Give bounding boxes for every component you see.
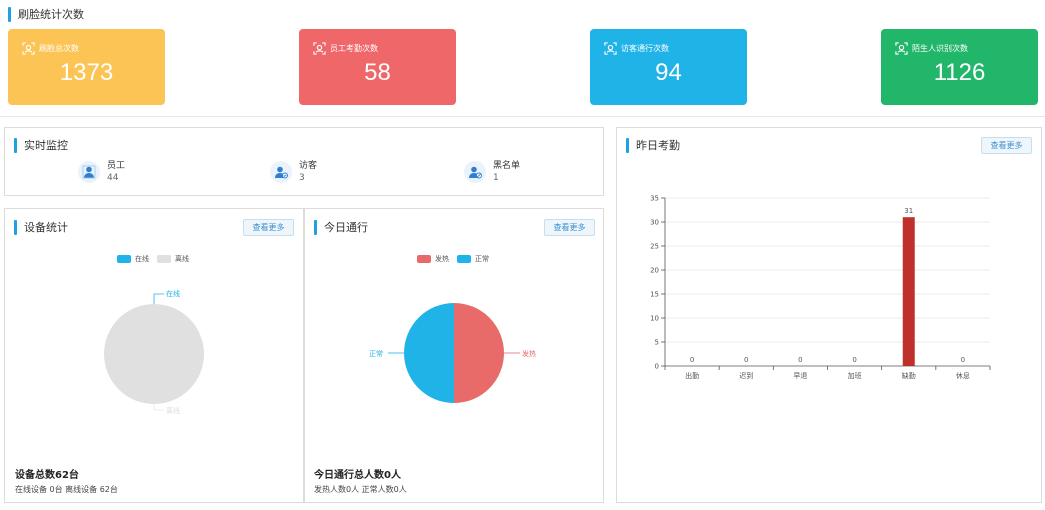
legend-item-fever[interactable]: 发热 <box>417 254 449 264</box>
title-accent-bar <box>314 219 317 235</box>
attendance-more-button[interactable]: 查看更多 <box>981 137 1032 154</box>
x-tick-label: 早退 <box>793 371 807 380</box>
monitor-label: 员工 <box>107 161 126 171</box>
pass-more-button[interactable]: 查看更多 <box>544 219 595 236</box>
monitor-section-title: 实时监控 <box>14 137 68 153</box>
legend-label: 正常 <box>475 255 489 263</box>
face-scan-icon <box>22 42 35 55</box>
device-detail: 在线设备 0台 离线设备 62台 <box>15 485 118 494</box>
stats-section-title: 刷脸统计次数 <box>8 6 84 22</box>
legend-swatch <box>417 255 431 263</box>
y-tick-label: 30 <box>650 219 659 227</box>
x-tick-label: 加班 <box>848 371 862 380</box>
legend-label: 离线 <box>175 255 189 263</box>
legend-swatch <box>457 255 471 263</box>
data-label: 0 <box>690 356 694 364</box>
stat-label: 访客通行次数 <box>621 44 669 53</box>
device-more-button[interactable]: 查看更多 <box>243 219 294 236</box>
monitor-label: 黑名单 <box>493 161 521 171</box>
pie-label-line-offline <box>153 404 164 411</box>
y-tick-label: 5 <box>655 339 659 347</box>
monitor-value: 1 <box>493 173 499 183</box>
y-tick-label: 25 <box>650 243 659 251</box>
employee-icon <box>78 161 100 183</box>
monitor-title: 实时监控 <box>24 139 68 152</box>
pass-legend: 发热 正常 <box>417 254 497 264</box>
stat-card-employee[interactable]: 员工考勤次数 58 <box>299 29 456 105</box>
data-label: 0 <box>798 356 802 364</box>
attendance-title: 昨日考勤 <box>636 139 680 152</box>
y-tick-label: 10 <box>650 315 659 323</box>
pass-detail: 发热人数0人 正常人数0人 <box>314 485 407 494</box>
stat-card-total[interactable]: 刷脸总次数 1373 <box>8 29 165 105</box>
x-tick-label: 迟到 <box>739 372 753 380</box>
pie-label-fever: 发热 <box>522 349 536 358</box>
legend-swatch <box>117 255 131 263</box>
pass-title: 今日通行 <box>324 221 368 234</box>
stat-value: 58 <box>364 59 391 86</box>
monitor-item-employee[interactable]: 员工 44 <box>78 160 125 184</box>
stat-label: 员工考勤次数 <box>330 44 378 53</box>
stats-title: 刷脸统计次数 <box>18 8 84 21</box>
monitor-value: 44 <box>107 173 119 183</box>
monitor-label: 访客 <box>299 161 318 171</box>
device-section-title: 设备统计 <box>14 219 68 235</box>
legend-item-online[interactable]: 在线 <box>117 254 149 264</box>
legend-item-normal[interactable]: 正常 <box>457 254 489 264</box>
pie-slice-offline[interactable] <box>104 304 204 404</box>
stat-value: 1373 <box>59 59 114 86</box>
y-tick-label: 20 <box>650 267 659 275</box>
stat-value: 1126 <box>933 59 986 86</box>
stat-card-stranger[interactable]: 陌生人识别次数 1126 <box>881 29 1038 105</box>
device-title: 设备统计 <box>24 221 68 234</box>
pie-label-online: 在线 <box>166 289 180 298</box>
data-label: 0 <box>852 356 856 364</box>
visitor-icon <box>270 161 292 183</box>
device-total: 设备总数62台 <box>15 470 79 481</box>
data-label: 0 <box>961 356 965 364</box>
bar[interactable] <box>902 217 915 366</box>
y-tick-label: 0 <box>655 363 659 371</box>
blacklist-icon <box>464 161 486 183</box>
stat-label: 陌生人识别次数 <box>912 44 968 53</box>
pass-total: 今日通行总人数0人 <box>314 470 401 481</box>
pass-section-title: 今日通行 <box>314 219 368 235</box>
data-label: 31 <box>904 207 913 215</box>
x-tick-label: 休息 <box>956 371 970 380</box>
monitor-item-visitor[interactable]: 访客 3 <box>270 160 317 184</box>
face-scan-icon <box>313 42 326 55</box>
stat-value: 94 <box>655 59 682 86</box>
title-accent-bar <box>8 6 11 22</box>
pie-label-normal: 正常 <box>369 349 383 358</box>
pie-slice-normal[interactable] <box>404 303 454 403</box>
device-legend: 在线 离线 <box>117 254 197 264</box>
legend-label: 发热 <box>435 255 449 263</box>
title-accent-bar <box>14 219 17 235</box>
x-tick-label: 缺勤 <box>902 371 916 380</box>
y-tick-label: 15 <box>650 291 659 299</box>
attendance-bar-chart: 0 5 10 15 20 25 30 35 0 出勤 0 迟到 0 早退 0 加班 31 缺勤 0 休息 <box>650 195 991 380</box>
stat-card-visitor[interactable]: 访客通行次数 94 <box>590 29 747 105</box>
pie-label-line-online <box>153 293 164 304</box>
face-scan-icon <box>895 42 908 55</box>
data-label: 0 <box>744 356 748 364</box>
stat-label: 刷脸总次数 <box>39 44 79 53</box>
legend-label: 在线 <box>135 255 149 263</box>
title-accent-bar <box>14 137 17 153</box>
y-tick-label: 35 <box>650 195 659 203</box>
section-divider <box>0 116 1045 117</box>
pie-slice-fever[interactable] <box>454 303 504 403</box>
x-tick-label: 出勤 <box>685 371 699 380</box>
title-accent-bar <box>626 137 629 153</box>
legend-item-offline[interactable]: 离线 <box>157 254 189 264</box>
monitor-value: 3 <box>299 173 305 183</box>
legend-swatch <box>157 255 171 263</box>
pass-pie-chart: 发热 正常 <box>369 303 536 403</box>
face-scan-icon <box>604 42 617 55</box>
monitor-item-blacklist[interactable]: 黑名单 1 <box>464 160 520 184</box>
device-pie-chart: 在线 离线 <box>104 289 204 415</box>
attendance-section-title: 昨日考勤 <box>626 137 680 153</box>
pie-label-offline: 离线 <box>166 406 180 415</box>
